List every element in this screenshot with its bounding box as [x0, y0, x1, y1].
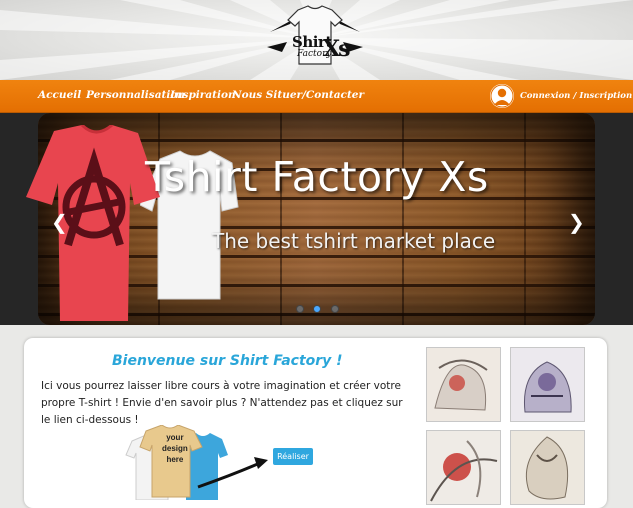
nav-item-contact[interactable]: Nous Situer/Contacter: [232, 89, 364, 101]
hero-carousel: Tshirt Factory Xs The best tshirt market…: [0, 113, 633, 325]
gallery-thumbnail[interactable]: [510, 430, 585, 505]
red-anarchy-tshirt-image: [26, 125, 160, 321]
design-placeholder-text: your design here: [162, 432, 188, 465]
hero-title: Tshirt Factory Xs: [145, 153, 489, 201]
carousel-dot-active[interactable]: [313, 305, 322, 313]
gallery-thumbnail[interactable]: [510, 347, 585, 422]
realiser-button[interactable]: Réaliser: [273, 448, 313, 465]
design-text-line: here: [166, 455, 184, 464]
user-avatar-icon[interactable]: [490, 84, 514, 108]
gallery-thumbnail[interactable]: [426, 430, 501, 505]
carousel-dot[interactable]: [330, 305, 339, 313]
hero-subtitle: The best tshirt market place: [212, 229, 496, 253]
chevron-left-icon[interactable]: ❮: [51, 210, 68, 234]
nav-item-accueil[interactable]: Accueil: [38, 89, 81, 101]
login-link[interactable]: Connexion / Inscription: [520, 91, 632, 101]
carousel-indicators: [296, 300, 344, 318]
design-text-line: design: [162, 444, 188, 453]
carousel-dot[interactable]: [296, 305, 304, 313]
gallery-thumbnail[interactable]: [426, 347, 501, 422]
welcome-title: Bienvenue sur Shirt Factory !: [112, 353, 343, 369]
site-logo[interactable]: Shirt Factory Xs: [262, 2, 368, 76]
shirts-illustration-image: [125, 425, 268, 500]
logo-word-xs: Xs: [323, 36, 351, 62]
nav-item-inspiration[interactable]: Inspiration: [170, 89, 236, 101]
chevron-right-icon[interactable]: ❯: [568, 210, 585, 234]
site-header: Shirt Factory Xs: [0, 0, 633, 80]
design-text-line: your: [166, 433, 184, 442]
welcome-text: Ici vous pourrez laisser libre cours à v…: [41, 380, 403, 426]
main-navbar: Accueil Personnalisation Inspiration Nou…: [0, 80, 633, 113]
